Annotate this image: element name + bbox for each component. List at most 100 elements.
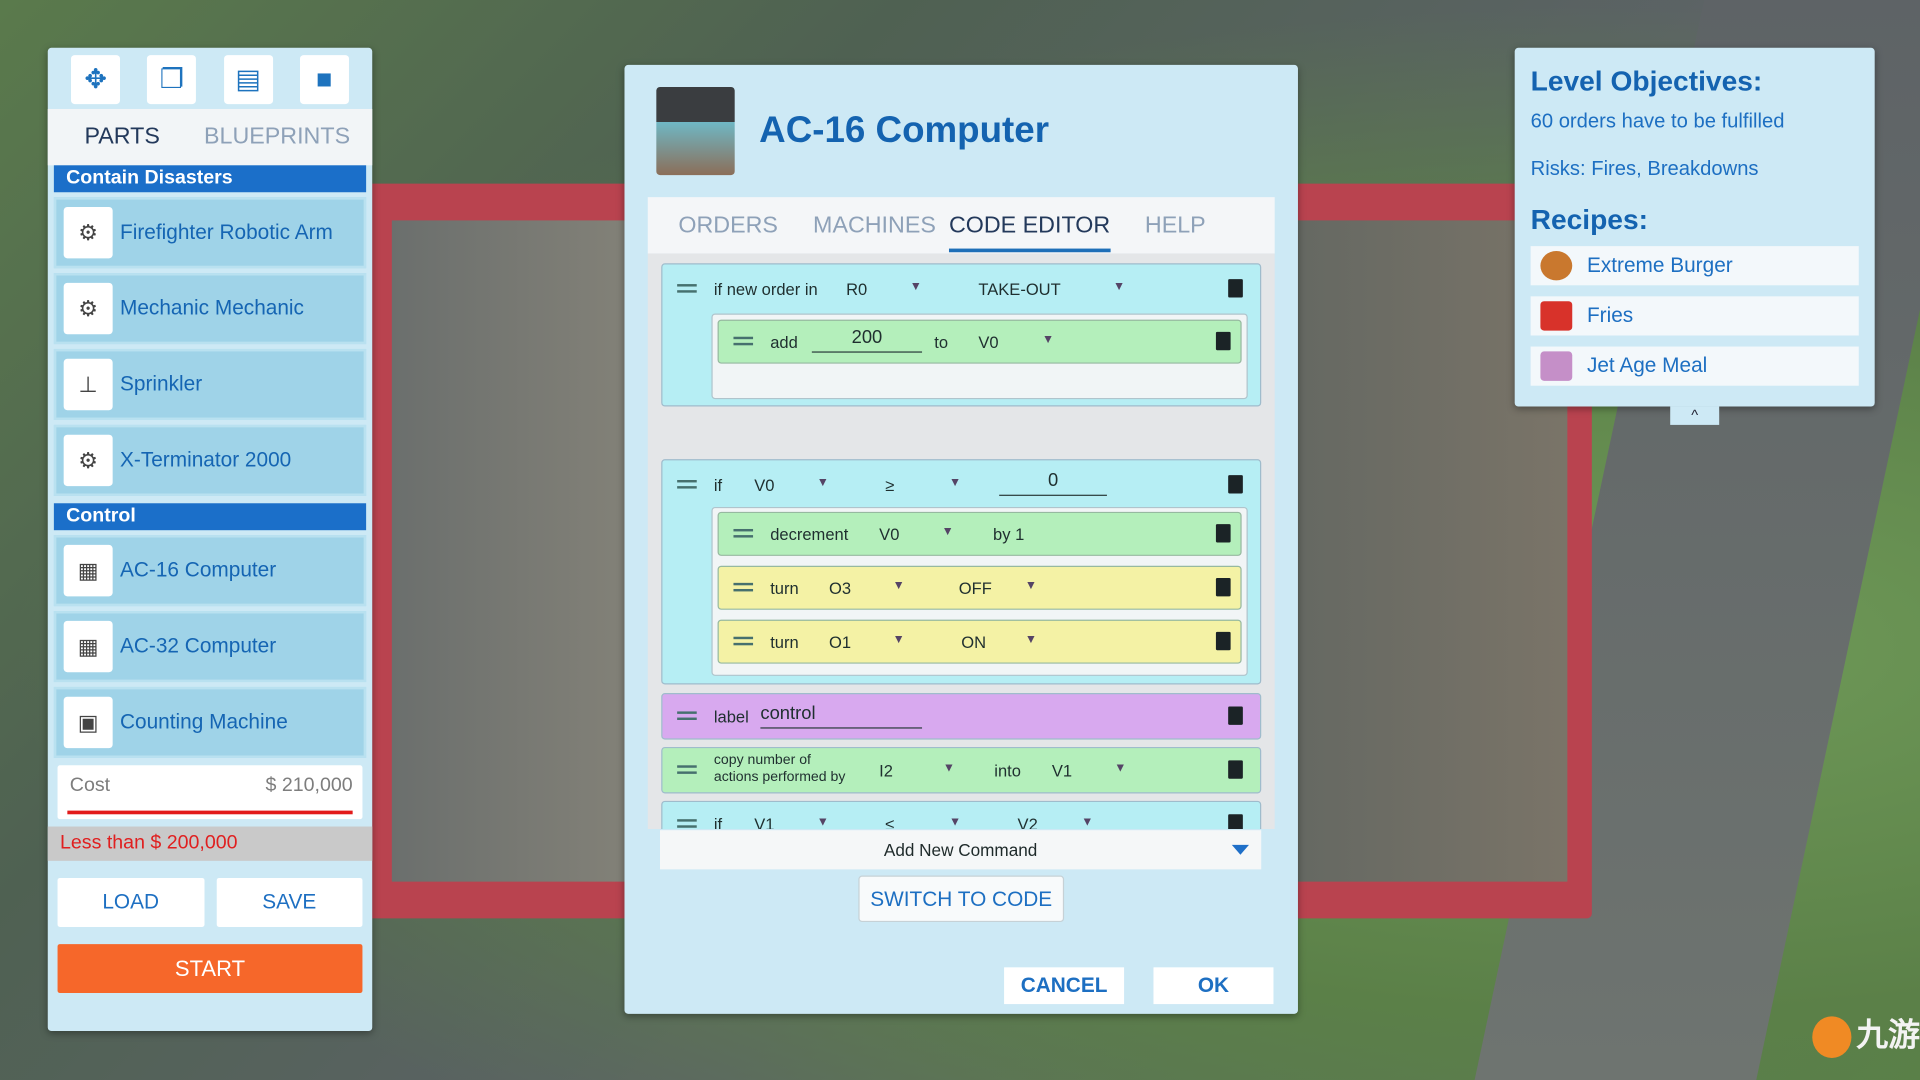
command-text: if new order in [713,280,818,299]
chevron-down-icon[interactable]: ▼ [943,762,955,775]
state-select[interactable]: ON [961,633,986,651]
drag-handle-icon[interactable] [733,528,754,538]
comparator-select[interactable]: ≤ [885,816,894,829]
variable-select[interactable]: V2 [1018,816,1038,829]
chevron-down-icon[interactable]: ▼ [893,579,905,592]
save-button[interactable]: SAVE [216,877,363,927]
watermark-text: 九游 [1856,1016,1920,1053]
drag-handle-icon[interactable] [733,336,754,346]
add-new-command-dropdown[interactable]: Add New Command [660,830,1262,870]
tab-machines[interactable]: MACHINES [813,213,936,240]
trash-icon[interactable] [1228,814,1243,829]
chevron-down-icon[interactable]: ▼ [1081,816,1093,829]
tab-orders[interactable]: ORDERS [678,213,778,240]
chevron-down-icon[interactable]: ▼ [949,476,961,489]
chevron-down-icon[interactable]: ▼ [1113,280,1125,293]
command-if-v1[interactable]: if V1 ▼ ≤ ▼ V2 ▼ turn O2 ▼ ON ▼ [661,800,1262,829]
objective-risks: Risks: Fires, Breakdowns [1530,157,1759,181]
recipe-jet-age-meal: Jet Age Meal [1530,346,1859,386]
command-turn-o3[interactable]: turn O3 ▼ OFF ▼ [717,565,1242,610]
code-editor[interactable]: if new order in R0 ▼ TAKE-OUT ▼ add 200 … [647,253,1275,829]
cost-display: Cost $ 210,000 [57,765,363,820]
part-sprinkler[interactable]: ⊥ Sprinkler [53,348,367,421]
chevron-down-icon[interactable]: ▼ [1025,579,1037,592]
input-select[interactable]: I2 [879,762,893,780]
cancel-button[interactable]: CANCEL [1004,967,1125,1005]
move-icon[interactable]: ✥ [71,55,121,105]
drag-handle-icon[interactable] [677,480,697,489]
trash-icon[interactable] [1228,279,1243,298]
command-if-v0[interactable]: if V0 ▼ ≥ ▼ 0 decrement V0 ▼ by 1 turn O… [661,459,1262,685]
value-input[interactable]: 200 [811,327,923,353]
command-decrement[interactable]: decrement V0 ▼ by 1 [717,511,1242,556]
drag-handle-icon[interactable] [733,636,754,646]
variable-select[interactable]: V0 [879,525,899,543]
command-text: label [713,707,749,727]
start-button[interactable]: START [57,944,363,994]
tab-parts[interactable]: PARTS [84,124,159,151]
objectives-title: Level Objectives: [1530,64,1763,97]
collapse-objectives-icon[interactable]: ^ [1670,406,1720,425]
switch-to-code-button[interactable]: SWITCH TO CODE [858,875,1065,923]
register-select[interactable]: R0 [846,280,867,298]
drag-handle-icon[interactable] [677,765,697,774]
command-add[interactable]: add 200 to V0 ▼ [717,319,1242,364]
camera-icon[interactable]: ■ [299,55,349,105]
part-ac32-computer[interactable]: ▦ AC-32 Computer [53,611,367,683]
trash-icon[interactable] [1215,524,1231,543]
chevron-down-icon[interactable]: ▼ [910,280,922,293]
ok-button[interactable]: OK [1153,967,1274,1005]
chevron-down-icon[interactable]: ▼ [949,816,961,829]
variable-select[interactable]: V0 [754,476,774,494]
part-mechanic-mechanic[interactable]: ⚙ Mechanic Mechanic [53,273,367,345]
fries-icon [1540,301,1573,331]
tab-code-editor[interactable]: CODE EDITOR [948,213,1111,253]
trash-icon[interactable] [1215,577,1231,597]
part-counting-machine[interactable]: ▣ Counting Machine [53,686,367,758]
output-select[interactable]: O3 [829,579,851,597]
output-select[interactable]: O1 [829,633,851,651]
chevron-down-icon[interactable]: ▼ [942,525,954,538]
trash-icon[interactable] [1215,631,1231,651]
drag-handle-icon[interactable] [677,819,697,828]
chevron-down-icon[interactable]: ▼ [1025,633,1037,646]
command-if-new-order[interactable]: if new order in R0 ▼ TAKE-OUT ▼ add 200 … [661,263,1262,407]
trash-icon[interactable] [1228,475,1243,494]
copy-icon[interactable]: ❐ [147,55,197,105]
computer-icon: ▦ [63,620,113,673]
part-x-terminator[interactable]: ⚙ X-Terminator 2000 [53,424,367,496]
order-type-select[interactable]: TAKE-OUT [978,280,1060,298]
variable-select[interactable]: V1 [754,816,774,829]
chevron-down-icon[interactable]: ▼ [1114,762,1126,775]
variable-select[interactable]: V0 [978,333,998,351]
comparator-select[interactable]: ≥ [885,476,894,494]
robot-arm-icon: ⚙ [63,282,113,335]
trash-icon[interactable] [1228,760,1243,779]
value-input[interactable]: 0 [999,470,1107,496]
part-firefighter-robotic-arm[interactable]: ⚙ Firefighter Robotic Arm [53,197,367,269]
label-input[interactable]: control [760,703,923,729]
chevron-down-icon[interactable]: ▼ [817,816,829,829]
computer-icon [656,86,735,176]
variable-select[interactable]: V1 [1052,762,1072,780]
trash-icon[interactable] [1228,706,1243,725]
command-label[interactable]: label control [661,693,1262,740]
command-text: by 1 [993,525,1025,544]
drag-handle-icon[interactable] [733,582,754,592]
command-text: turn [770,579,799,598]
tab-blueprints[interactable]: BLUEPRINTS [204,124,350,151]
blueprint-icon[interactable]: ▤ [223,55,273,105]
command-copy[interactable]: copy number of actions performed by I2 ▼… [661,746,1262,794]
drag-handle-icon[interactable] [677,284,697,293]
drag-handle-icon[interactable] [677,711,697,721]
tab-help[interactable]: HELP [1145,213,1206,240]
state-select[interactable]: OFF [959,579,992,597]
part-ac16-computer[interactable]: ▦ AC-16 Computer [53,535,367,607]
chevron-down-icon[interactable]: ▼ [1042,333,1054,346]
command-turn-o1[interactable]: turn O1 ▼ ON ▼ [717,619,1242,664]
chevron-down-icon[interactable]: ▼ [817,476,829,489]
trash-icon[interactable] [1215,331,1231,351]
command-text: if [713,815,723,829]
chevron-down-icon[interactable]: ▼ [893,633,905,646]
load-button[interactable]: LOAD [57,877,204,927]
